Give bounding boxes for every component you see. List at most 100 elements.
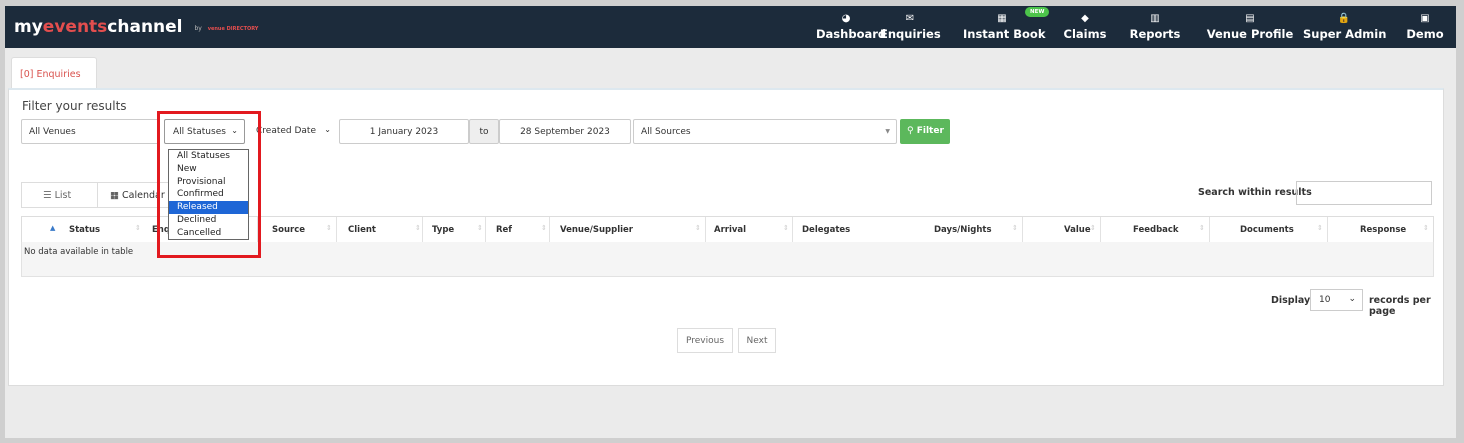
nav-reports[interactable]: ▥ Reports <box>1125 12 1185 44</box>
col-type[interactable]: Type <box>432 225 454 235</box>
sort-icon[interactable]: ⇕ <box>1012 224 1018 232</box>
column-divider <box>336 217 337 243</box>
column-divider <box>1327 217 1328 243</box>
top-navbar: myeventschannel by venue DIRECTORY ◕ Das… <box>5 6 1456 48</box>
sort-icon[interactable]: ⇕ <box>1199 224 1205 232</box>
to-label-text: to <box>479 127 489 137</box>
building-icon: ▤ <box>1245 13 1255 24</box>
nav-venue-profile[interactable]: ▤ Venue Profile <box>1206 12 1294 44</box>
sort-icon[interactable]: ⇕ <box>326 224 332 232</box>
nav-dashboard[interactable]: ◕ Dashboard <box>816 12 887 44</box>
nav-super-admin-label: Super Admin <box>1303 27 1387 41</box>
sort-icon[interactable]: ⇕ <box>415 224 421 232</box>
brand-text-my: my <box>14 17 43 37</box>
filter-button[interactable]: ⚲ Filter <box>900 119 950 144</box>
filter-title: Filter your results <box>22 99 127 113</box>
dashboard-icon: ◕ <box>841 13 851 24</box>
col-source[interactable]: Source <box>272 225 305 235</box>
brand-venue-directory: venue DIRECTORY <box>207 26 259 32</box>
view-list-button[interactable]: ☰ List <box>21 182 98 208</box>
nav-instant-book-label: Instant Book <box>963 27 1046 41</box>
nav-claims-label: Claims <box>1063 27 1107 41</box>
tab-enquiries[interactable]: [0] Enquiries <box>11 57 97 89</box>
nav-dashboard-label: Dashboard <box>816 27 887 41</box>
search-input[interactable] <box>1296 181 1432 205</box>
column-divider <box>1209 217 1210 243</box>
bar-chart-icon: ▥ <box>1150 13 1160 24</box>
search-label: Search within results <box>1198 187 1312 198</box>
date-from-value: 1 January 2023 <box>369 127 439 137</box>
display-label: Display <box>1271 295 1311 306</box>
chevron-down-icon: ⌄ <box>324 125 331 134</box>
previous-button[interactable]: Previous <box>677 328 733 353</box>
source-select-value: All Sources <box>641 127 691 137</box>
col-ref[interactable]: Ref <box>496 225 512 235</box>
col-status[interactable]: Status <box>69 225 100 235</box>
records-per-page-label: records per page <box>1369 295 1431 317</box>
sort-icon[interactable]: ⇕ <box>541 224 547 232</box>
col-client[interactable]: Client <box>348 225 376 235</box>
column-divider <box>1100 217 1101 243</box>
nav-demo[interactable]: ▣ Demo <box>1402 12 1448 44</box>
sort-icon[interactable]: ⇕ <box>1423 224 1429 232</box>
user-icon: ▣ <box>1420 13 1430 24</box>
date-to-value: 28 September 2023 <box>520 127 610 137</box>
col-response[interactable]: Response <box>1360 225 1406 235</box>
venue-select-value: All Venues <box>29 127 76 137</box>
book-icon: ◆ <box>1081 13 1089 24</box>
brand-by: by <box>194 25 202 32</box>
nav-reports-label: Reports <box>1129 27 1181 41</box>
sort-icon[interactable]: ⇕ <box>477 224 483 232</box>
sort-icon[interactable]: ⇕ <box>695 224 701 232</box>
records-per-page-select[interactable]: 10 ⌄ <box>1310 289 1363 311</box>
brand-text-events: events <box>42 17 108 37</box>
column-divider <box>792 217 793 243</box>
sort-icon[interactable]: ⇕ <box>1317 224 1323 232</box>
col-documents[interactable]: Documents <box>1240 225 1294 235</box>
app-window: myeventschannel by venue DIRECTORY ◕ Das… <box>5 6 1456 438</box>
date-to-input[interactable]: 28 September 2023 <box>499 119 631 144</box>
lock-icon: 🔒 <box>1337 13 1351 24</box>
column-divider <box>422 217 423 243</box>
nav-demo-label: Demo <box>1406 27 1444 41</box>
nav-claims[interactable]: ◆ Claims <box>1061 12 1109 44</box>
brand-logo[interactable]: myeventschannel by venue DIRECTORY <box>14 17 258 37</box>
records-per-page-value: 10 <box>1319 295 1331 305</box>
sort-icon[interactable]: ⇕ <box>1090 224 1096 232</box>
sort-icon[interactable]: ⇕ <box>783 224 789 232</box>
col-value[interactable]: Value <box>1064 225 1091 235</box>
new-badge: NEW <box>1025 7 1050 17</box>
caret-down-icon: ▼ <box>885 128 890 135</box>
sort-icon[interactable]: ⇕ <box>135 224 141 232</box>
col-arrival[interactable]: Arrival <box>714 225 746 235</box>
filter-button-label: Filter <box>916 126 944 136</box>
nav-venue-profile-label: Venue Profile <box>1206 27 1294 41</box>
envelope-icon: ✉ <box>905 13 915 24</box>
calendar-icon: ▦ <box>110 190 119 201</box>
column-divider <box>485 217 486 243</box>
view-list-label: List <box>54 190 72 201</box>
date-from-input[interactable]: 1 January 2023 <box>339 119 469 144</box>
date-type-value: Created Date <box>256 126 316 136</box>
source-select[interactable]: All Sources ▼ <box>633 119 897 144</box>
next-button[interactable]: Next <box>738 328 776 353</box>
highlight-box <box>157 111 261 258</box>
sort-asc-icon[interactable]: ▲ <box>50 224 55 232</box>
chevron-down-icon: ⌄ <box>1348 294 1356 304</box>
date-type-select[interactable]: Created Date ⌄ <box>250 119 337 144</box>
search-icon: ⚲ <box>907 126 914 136</box>
venue-select[interactable]: All Venues <box>21 119 159 144</box>
nav-super-admin[interactable]: 🔒 Super Admin <box>1303 12 1387 44</box>
list-icon: ☰ <box>43 190 52 201</box>
col-days-nights[interactable]: Days/Nights <box>934 225 992 235</box>
nav-enquiries[interactable]: ✉ Enquiries <box>880 12 941 44</box>
column-divider <box>1022 217 1023 243</box>
column-divider <box>549 217 550 243</box>
col-venue-supplier[interactable]: Venue/Supplier <box>560 225 633 235</box>
col-delegates[interactable]: Delegates <box>802 225 850 235</box>
date-to-label: to <box>469 119 499 144</box>
column-divider <box>705 217 706 243</box>
nav-enquiries-label: Enquiries <box>880 27 941 41</box>
brand-text-channel: channel <box>107 17 183 37</box>
col-feedback[interactable]: Feedback <box>1133 225 1179 235</box>
